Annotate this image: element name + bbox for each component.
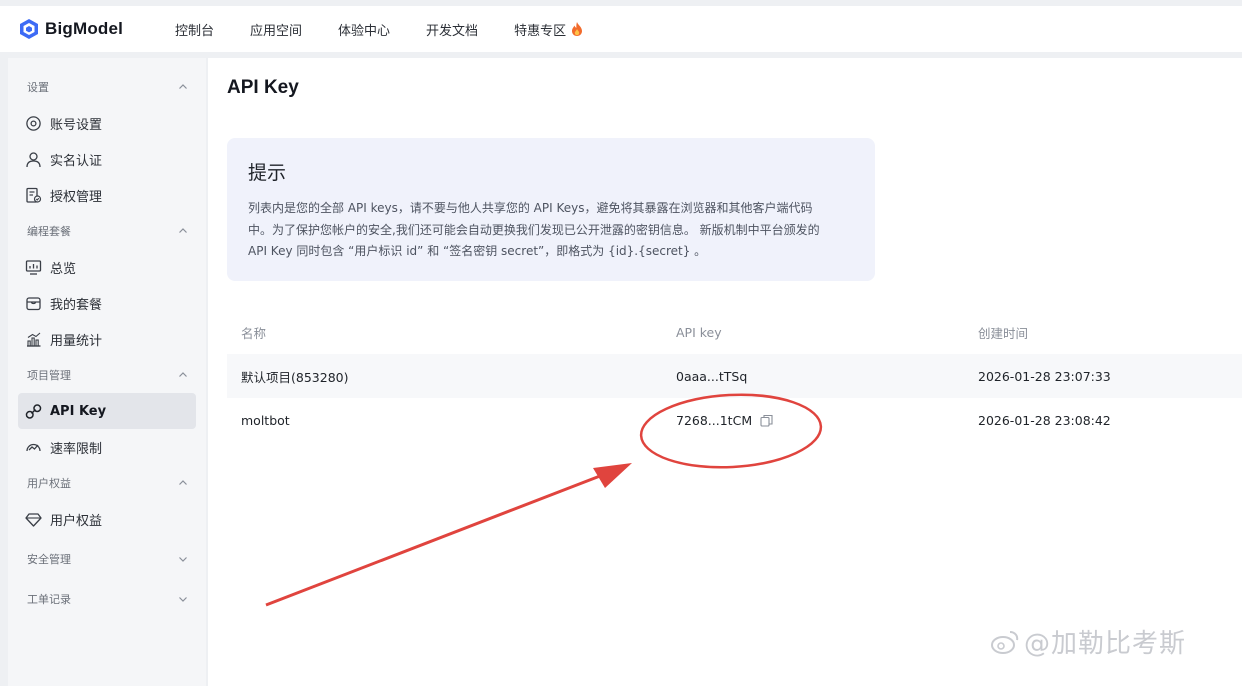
sidebar-item-account-settings[interactable]: 账号设置 <box>18 105 196 141</box>
tip-line: 列表内是您的全部 API keys，请不要与他人共享您的 API Keys，避免… <box>248 201 813 215</box>
sidebar-item-real-name[interactable]: 实名认证 <box>18 141 196 177</box>
sidebar-group-settings[interactable]: 设置 <box>8 69 206 105</box>
sidebar-group-label: 项目管理 <box>27 369 71 382</box>
sidebar-item-usage-stats[interactable]: 用量统计 <box>18 321 196 357</box>
chevron-down-icon <box>179 597 187 602</box>
document-check-icon <box>26 187 42 203</box>
chevron-up-icon <box>179 480 187 485</box>
chevron-down-icon <box>179 557 187 562</box>
row-api-key: 0aaa...tTSq <box>662 369 964 384</box>
sidebar-group-security[interactable]: 安全管理 <box>8 541 206 577</box>
brand-logo[interactable]: BigModel <box>20 19 175 39</box>
sidebar-item-user-benefits[interactable]: 用户权益 <box>18 501 196 537</box>
sidebar: 设置 账号设置 实名认证 授权管理 编程套餐 总览 我的套餐 用量统计 项目管理… <box>8 58 206 686</box>
tip-line: API Key 同时包含 “用户标识 id” 和 “签名密钥 secret”，即… <box>248 244 707 258</box>
tip-title: 提示 <box>248 162 287 184</box>
user-icon <box>26 151 41 167</box>
table-row: moltbot 7268...1tCM 2026-01-28 23:08:42 <box>227 398 1242 442</box>
sidebar-item-label: 速率限制 <box>50 441 103 457</box>
nav-experience-center[interactable]: 体验中心 <box>338 20 390 39</box>
sidebar-group-coding-plan[interactable]: 编程套餐 <box>8 213 206 249</box>
tip-line: 中。为了保护您帐户的安全,我们还可能会自动更换我们发现已公开泄露的密钥信息。 新… <box>248 222 820 237</box>
nav-app-space[interactable]: 应用空间 <box>250 20 302 39</box>
sidebar-item-label: 用户权益 <box>50 513 103 529</box>
sidebar-item-label: 我的套餐 <box>50 297 103 313</box>
page-title: API Key <box>227 77 299 98</box>
header-created-at: 创建时间 <box>978 325 1029 341</box>
header-api-key: API key <box>676 324 722 340</box>
key-link-icon <box>25 403 42 419</box>
api-key-table: 名称 API key 创建时间 默认项目(853280) 0aaa...tTSq… <box>227 310 1242 442</box>
bigmodel-logo-icon <box>20 19 38 39</box>
watermark-text: @加勒比考斯 <box>1024 629 1187 659</box>
nav-console[interactable]: 控制台 <box>175 20 214 39</box>
sidebar-item-authorization[interactable]: 授权管理 <box>18 177 196 213</box>
main-content: API Key 提示 列表内是您的全部 API keys，请不要与他人共享您的 … <box>208 58 1242 686</box>
chevron-up-icon <box>179 228 187 233</box>
weibo-logo-icon <box>991 630 1019 654</box>
row-created-at: 2026-01-28 23:08:42 <box>978 412 1111 428</box>
api-key-value: 0aaa...tTSq <box>676 368 748 384</box>
speed-gauge-icon <box>26 443 41 451</box>
top-navbar: BigModel 控制台 应用空间 体验中心 开发文档 特惠专区 <box>0 6 1242 52</box>
copy-icon[interactable] <box>760 414 773 427</box>
monitor-chart-icon <box>25 259 42 275</box>
sidebar-item-rate-limit[interactable]: 速率限制 <box>18 429 196 465</box>
chevron-up-icon <box>179 84 187 89</box>
api-key-value: 7268...1tCM <box>676 412 753 428</box>
row-api-key: 7268...1tCM <box>662 413 964 428</box>
sidebar-item-label: 用量统计 <box>50 333 103 349</box>
header-name: 名称 <box>241 325 267 341</box>
top-nav: 控制台 应用空间 体验中心 开发文档 特惠专区 <box>175 20 619 39</box>
row-name: 默认项目(853280) <box>241 369 349 385</box>
tip-body: 列表内是您的全部 API keys，请不要与他人共享您的 API Keys，避免… <box>248 198 854 263</box>
nav-special-offers[interactable]: 特惠专区 <box>514 20 583 39</box>
table-row: 默认项目(853280) 0aaa...tTSq 2026-01-28 23:0… <box>227 354 1242 398</box>
sidebar-item-label: 总览 <box>50 261 77 277</box>
tip-box: 提示 列表内是您的全部 API keys，请不要与他人共享您的 API Keys… <box>227 138 875 281</box>
bar-chart-icon <box>27 332 41 347</box>
gear-icon <box>26 115 41 131</box>
sidebar-group-label: 编程套餐 <box>27 225 71 238</box>
sidebar-item-label: 授权管理 <box>50 189 103 205</box>
nav-dev-docs[interactable]: 开发文档 <box>426 20 478 39</box>
sidebar-group-label: 用户权益 <box>27 477 71 490</box>
nav-special-offers-label: 特惠专区 <box>514 23 567 39</box>
watermark: @加勒比考斯 <box>990 623 1186 660</box>
sidebar-group-user-benefits[interactable]: 用户权益 <box>8 465 206 501</box>
sidebar-item-label: API Key <box>50 403 107 419</box>
sidebar-item-my-plan[interactable]: 我的套餐 <box>18 285 196 321</box>
sidebar-group-label: 安全管理 <box>27 553 71 566</box>
sidebar-item-overview[interactable]: 总览 <box>18 249 196 285</box>
chevron-up-icon <box>179 372 187 377</box>
sidebar-group-label: 设置 <box>27 81 49 94</box>
brand-name: BigModel <box>45 19 124 38</box>
row-name: moltbot <box>241 412 290 428</box>
sidebar-group-label: 工单记录 <box>27 593 71 606</box>
row-created-at: 2026-01-28 23:07:33 <box>978 368 1111 384</box>
fire-icon <box>572 22 583 36</box>
table-header: 名称 API key 创建时间 <box>227 310 1242 354</box>
package-icon <box>26 296 41 310</box>
sidebar-item-api-key[interactable]: API Key <box>18 393 196 429</box>
diamond-icon <box>25 512 42 527</box>
sidebar-group-tickets[interactable]: 工单记录 <box>8 581 206 617</box>
sidebar-item-label: 实名认证 <box>50 153 103 169</box>
sidebar-group-project-mgmt[interactable]: 项目管理 <box>8 357 206 393</box>
sidebar-item-label: 账号设置 <box>50 117 103 133</box>
